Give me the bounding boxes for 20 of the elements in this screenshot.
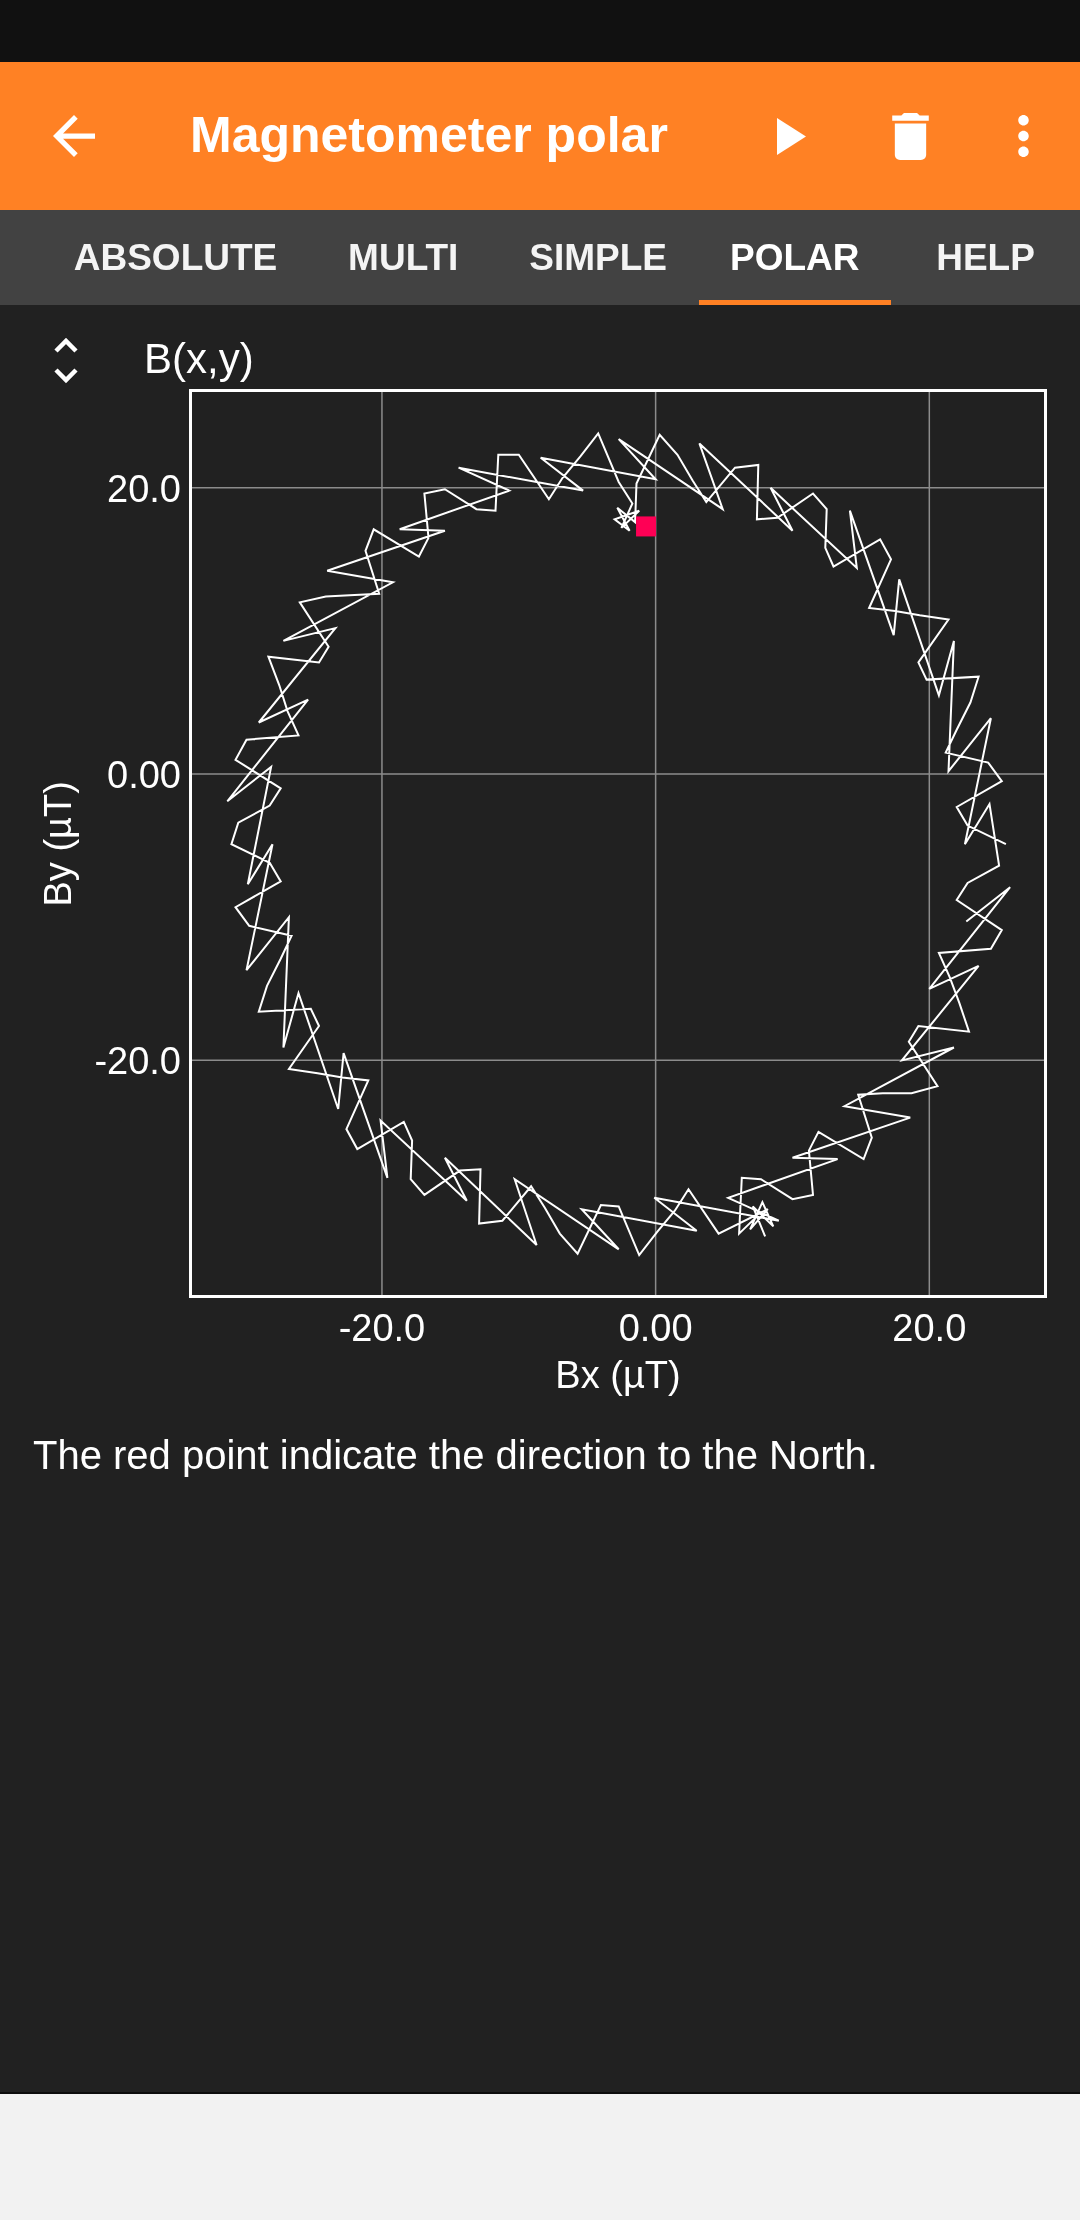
x-tick-label: 20.0 [892, 1307, 967, 1351]
play-icon[interactable] [776, 117, 806, 155]
x-tick-label: -20.0 [338, 1307, 426, 1351]
y-tick-label: 20.0 [107, 467, 181, 512]
x-tick-label: 0.00 [618, 1307, 693, 1351]
trash-icon[interactable] [891, 112, 929, 160]
chevron-up-down-icon[interactable] [53, 337, 79, 384]
y-tick-label: 0.00 [107, 753, 181, 798]
tab[interactable]: SIMPLE [497, 210, 699, 305]
tab[interactable]: MULTI [308, 210, 498, 305]
screen-title: Magnetometer polar [190, 107, 668, 165]
arrow-left-icon[interactable] [52, 115, 95, 157]
tab[interactable]: HELP [891, 210, 1080, 305]
x-axis-title: Bx (µT) [555, 1356, 681, 1396]
three-dots-icon[interactable] [1017, 115, 1029, 157]
y-tick-label: -20.0 [94, 1040, 181, 1084]
chart-title: B(x,y) [144, 334, 254, 384]
caption-text: The red point indicate the direction to the North. [33, 1432, 879, 1478]
y-axis-title: By (µT) [37, 780, 81, 907]
tab[interactable]: ABSOLUTE [42, 210, 309, 305]
